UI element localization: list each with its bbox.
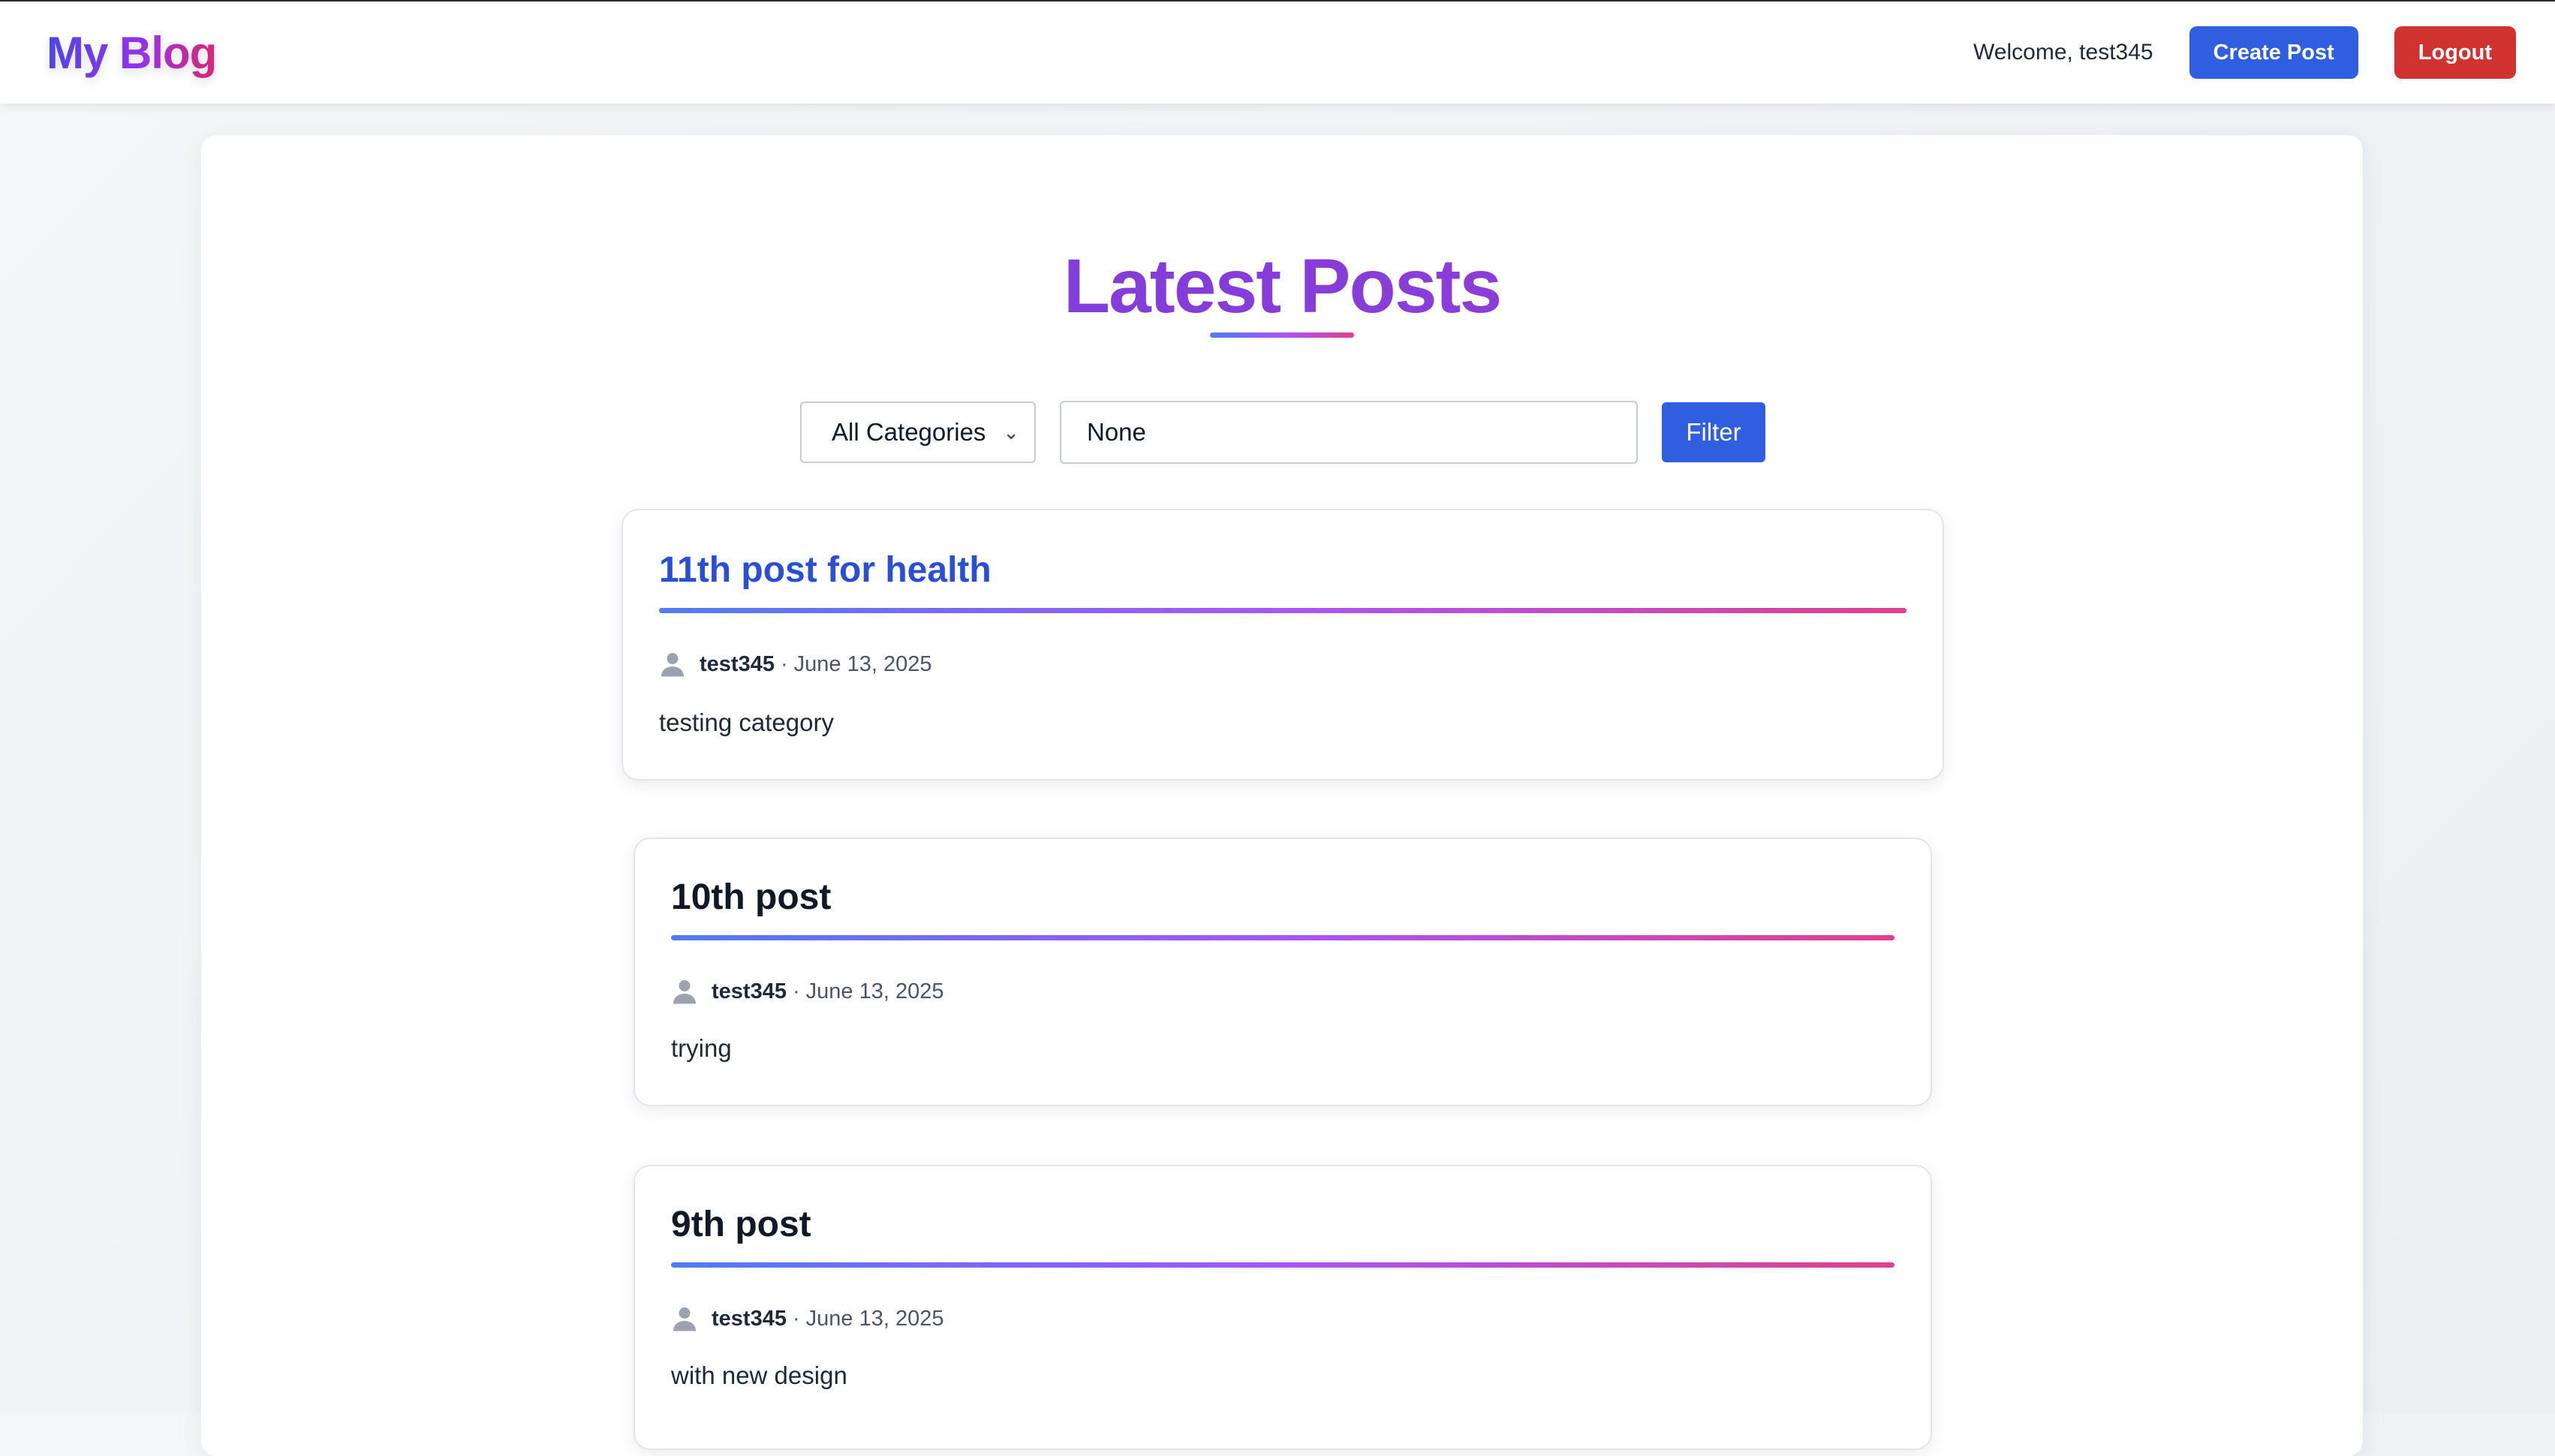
post-title-underline (671, 935, 1894, 940)
user-icon (673, 1307, 696, 1331)
filter-bar: All Categories ⌄ Filter (800, 401, 1765, 464)
post-author: test345 (712, 1306, 787, 1331)
post-date: June 13, 2025 (805, 979, 944, 1003)
post-meta: test345 · June 13, 2025 (671, 1304, 943, 1333)
top-navbar: My Blog Welcome, test345 Create Post Log… (0, 0, 2555, 104)
post-title-underline (659, 608, 1906, 613)
post-title[interactable]: 9th post (671, 1204, 811, 1245)
post-excerpt: trying (671, 1034, 732, 1062)
category-select-value: All Categories (832, 418, 986, 446)
post-excerpt: testing category (659, 708, 834, 736)
post-date: June 13, 2025 (793, 651, 932, 676)
filter-button[interactable]: Filter (1662, 402, 1765, 462)
page-title: Latest Posts (201, 240, 2363, 332)
navbar-actions: Welcome, test345 Create Post Logout (1973, 26, 2516, 79)
chevron-down-icon: ⌄ (1003, 420, 1019, 444)
meta-separator: · (780, 651, 788, 676)
post-author: test345 (700, 651, 775, 676)
user-icon (661, 653, 684, 677)
post-title[interactable]: 11th post for health (659, 549, 992, 591)
meta-separator: · (792, 979, 800, 1003)
logout-button[interactable]: Logout (2394, 26, 2516, 79)
post-card[interactable]: 9th post test345 · June 13, 2025 with ne… (633, 1165, 1932, 1450)
post-meta: test345 · June 13, 2025 (659, 650, 931, 678)
meta-separator: · (792, 1306, 800, 1331)
post-card[interactable]: 10th post test345 · June 13, 2025 trying (633, 838, 1932, 1106)
search-input[interactable] (1060, 401, 1638, 464)
category-select[interactable]: All Categories ⌄ (800, 402, 1036, 463)
create-post-button[interactable]: Create Post (2189, 26, 2358, 79)
user-icon (673, 980, 696, 1004)
post-excerpt: with new design (671, 1361, 847, 1389)
post-date: June 13, 2025 (805, 1306, 944, 1331)
main-panel: Latest Posts All Categories ⌄ Filter 11t… (201, 135, 2363, 1456)
post-card[interactable]: 11th post for health test345 · June 13, … (621, 509, 1944, 781)
welcome-text: Welcome, test345 (1973, 40, 2153, 65)
title-underline (1210, 332, 1354, 338)
post-meta: test345 · June 13, 2025 (671, 977, 943, 1006)
post-title-underline (671, 1262, 1894, 1268)
post-author: test345 (712, 979, 787, 1003)
brand-logo[interactable]: My Blog (47, 27, 217, 79)
post-title[interactable]: 10th post (671, 877, 831, 918)
